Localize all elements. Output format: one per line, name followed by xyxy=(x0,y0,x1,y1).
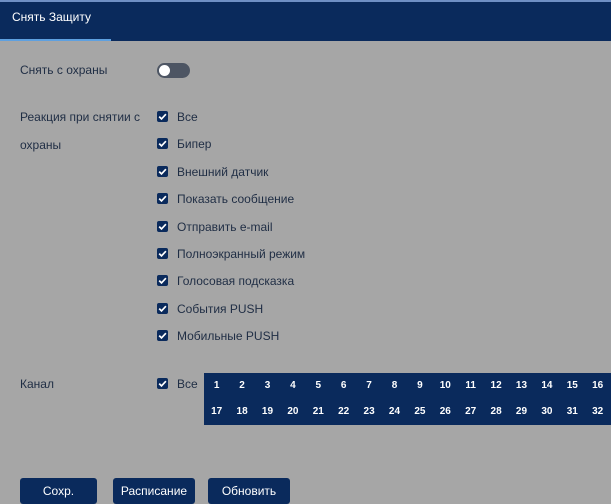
channel-number[interactable]: 25 xyxy=(407,399,432,425)
reaction-checkbox-label: Отправить e-mail xyxy=(177,220,273,234)
checkmark-icon xyxy=(158,140,167,148)
channel-number[interactable]: 2 xyxy=(229,373,254,399)
channel-number[interactable]: 9 xyxy=(407,373,432,399)
channel-number[interactable]: 11 xyxy=(458,373,483,399)
tab-active-underline xyxy=(0,39,111,41)
save-button[interactable]: Сохр. xyxy=(20,478,97,504)
channel-number[interactable]: 3 xyxy=(255,373,280,399)
channel-number[interactable]: 6 xyxy=(331,373,356,399)
reaction-label-line2: охраны xyxy=(20,138,62,152)
reaction-checkbox-label: События PUSH xyxy=(177,302,264,316)
checkmark-icon xyxy=(158,277,167,285)
channel-number[interactable]: 7 xyxy=(356,373,381,399)
disarm-toggle[interactable] xyxy=(157,63,190,78)
channel-number[interactable]: 28 xyxy=(483,399,508,425)
channel-number[interactable]: 26 xyxy=(433,399,458,425)
reaction-checkbox-label: Полноэкранный режим xyxy=(177,247,306,261)
checkmark-icon xyxy=(158,223,167,231)
channel-all-checkbox[interactable] xyxy=(157,378,168,389)
refresh-button[interactable]: Обновить xyxy=(208,478,290,504)
tab-disarm-label: Снять Защиту xyxy=(12,10,92,24)
reaction-checkbox[interactable] xyxy=(157,330,168,341)
checkmark-icon xyxy=(158,168,167,176)
channel-grid: 1 2 3 4 5 6 7 8 9 10 11 12 13 14 15 16 17 18 19 20 21 22 23 24 2… xyxy=(204,373,611,425)
channel-number[interactable]: 14 xyxy=(534,373,559,399)
channel-number[interactable]: 13 xyxy=(509,373,534,399)
channel-number[interactable]: 19 xyxy=(255,399,280,425)
reaction-checkbox-label: Все xyxy=(177,110,198,124)
checkmark-icon xyxy=(158,380,167,388)
checkmark-icon xyxy=(158,195,167,203)
reaction-checkbox[interactable] xyxy=(157,303,168,314)
reaction-checkbox[interactable] xyxy=(157,138,168,149)
schedule-button[interactable]: Расписание xyxy=(113,478,195,504)
reaction-checkbox[interactable] xyxy=(157,221,168,232)
channel-number[interactable]: 20 xyxy=(280,399,305,425)
tab-disarm[interactable]: Снять Защиту xyxy=(0,2,111,41)
reaction-checkbox[interactable] xyxy=(157,248,168,259)
channel-all-label: Все xyxy=(177,377,198,391)
channel-number[interactable]: 1 xyxy=(204,373,229,399)
channel-number[interactable]: 16 xyxy=(585,373,610,399)
checkmark-icon xyxy=(158,305,167,313)
channel-number[interactable]: 32 xyxy=(585,399,610,425)
channel-number[interactable]: 29 xyxy=(509,399,534,425)
channel-number[interactable]: 17 xyxy=(204,399,229,425)
channel-number[interactable]: 21 xyxy=(306,399,331,425)
disarm-label: Снять с охраны xyxy=(20,63,108,77)
channel-number[interactable]: 15 xyxy=(560,373,585,399)
reaction-checkbox[interactable] xyxy=(157,275,168,286)
checkmark-icon xyxy=(158,250,167,258)
channel-number[interactable]: 23 xyxy=(356,399,381,425)
channel-number[interactable]: 31 xyxy=(560,399,585,425)
checkmark-icon xyxy=(158,113,167,121)
channel-number[interactable]: 22 xyxy=(331,399,356,425)
channel-number[interactable]: 10 xyxy=(433,373,458,399)
reaction-checkbox-label: Голосовая подсказка xyxy=(177,274,295,288)
reaction-checkbox[interactable] xyxy=(157,166,168,177)
reaction-checkbox-label: Внешний датчик xyxy=(177,165,269,179)
reaction-label-line1: Реакция при снятии с xyxy=(20,110,141,124)
channel-number[interactable]: 27 xyxy=(458,399,483,425)
reaction-checkbox-label: Показать сообщение xyxy=(177,192,295,206)
reaction-checkbox[interactable] xyxy=(157,193,168,204)
channel-number[interactable]: 30 xyxy=(534,399,559,425)
channel-number[interactable]: 8 xyxy=(382,373,407,399)
top-bar: Снять Защиту xyxy=(0,0,611,41)
channel-number[interactable]: 18 xyxy=(229,399,254,425)
reaction-checkbox-label: Мобильные PUSH xyxy=(177,329,280,343)
channel-number[interactable]: 24 xyxy=(382,399,407,425)
reaction-checkbox-label: Бипер xyxy=(177,137,212,151)
channel-number[interactable]: 12 xyxy=(483,373,508,399)
channel-number[interactable]: 5 xyxy=(306,373,331,399)
checkmark-icon xyxy=(158,332,167,340)
toggle-knob xyxy=(159,65,170,76)
channel-label: Канал xyxy=(20,377,54,391)
reaction-checkbox[interactable] xyxy=(157,111,168,122)
channel-number[interactable]: 4 xyxy=(280,373,305,399)
